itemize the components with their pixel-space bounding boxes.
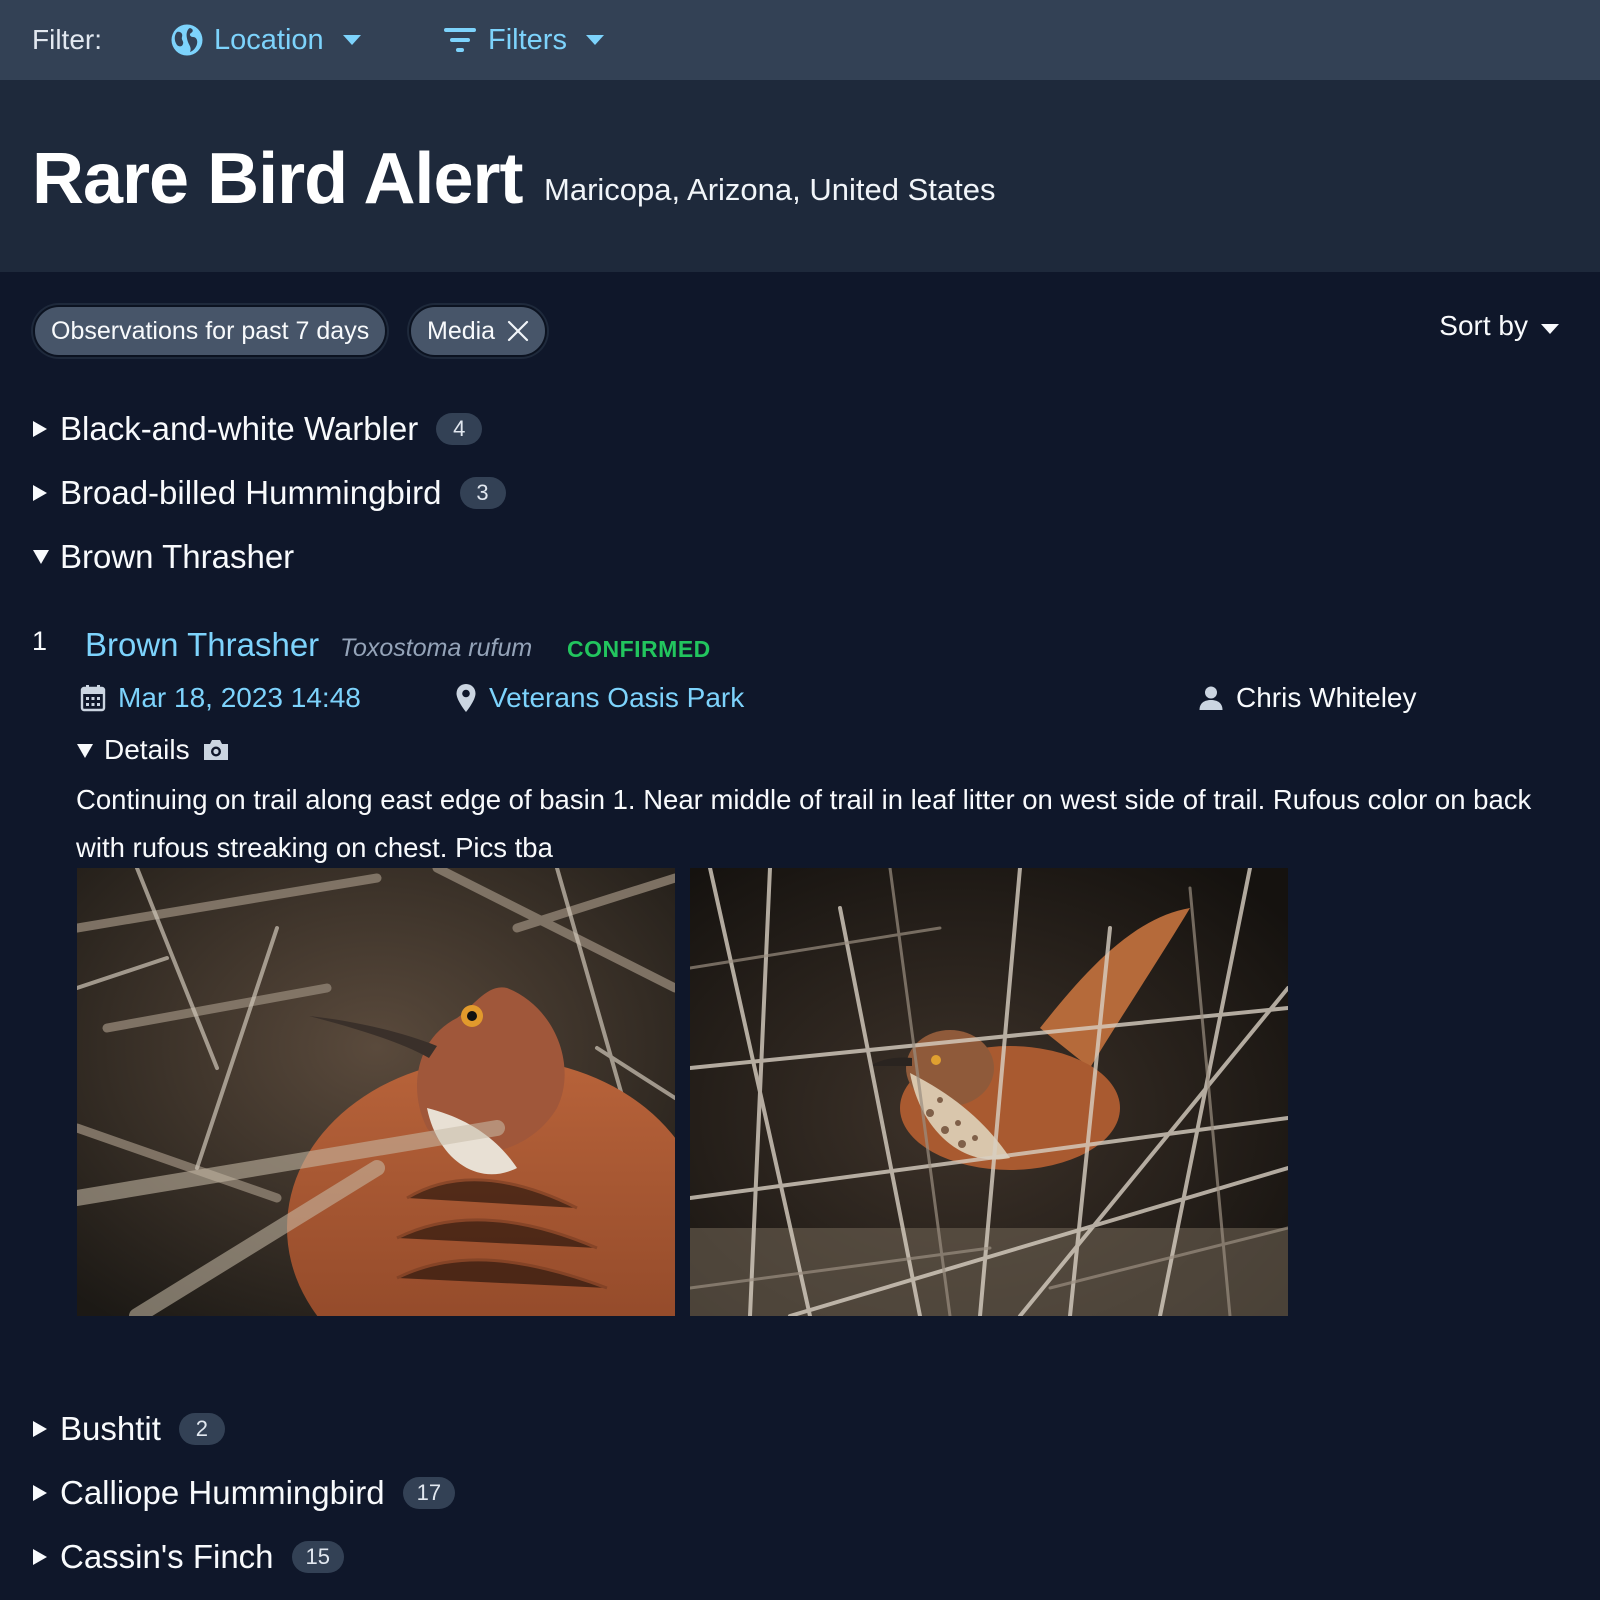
observation-date[interactable]: Mar 18, 2023 14:48 <box>80 678 361 718</box>
triangle-right-icon <box>32 1420 54 1438</box>
triangle-right-icon <box>32 420 54 438</box>
triangle-down-icon <box>32 549 54 565</box>
period-chip-label: Observations for past 7 days <box>51 316 370 345</box>
count-badge: 15 <box>291 1541 345 1573</box>
page-header: Rare Bird Alert Maricopa, Arizona, Unite… <box>0 80 1600 272</box>
caret-down-icon <box>585 34 605 46</box>
observation-index: 1 <box>32 626 48 656</box>
count-badge: 2 <box>178 1413 225 1445</box>
observation-species-link[interactable]: Brown Thrasher <box>85 626 319 664</box>
filters-button[interactable]: Filters <box>443 18 605 62</box>
close-icon[interactable] <box>507 320 529 342</box>
species-name: Black-and-white Warbler <box>60 410 419 447</box>
region-subtitle: Maricopa, Arizona, United States <box>544 172 996 207</box>
triangle-right-icon <box>32 1548 54 1566</box>
species-name: Bushtit <box>60 1410 161 1447</box>
observation-observer[interactable]: Chris Whiteley <box>1198 678 1416 718</box>
species-row[interactable]: Calliope Hummingbird 17 <box>32 1469 456 1517</box>
user-icon <box>1198 685 1224 711</box>
location-link: Veterans Oasis Park <box>489 682 745 713</box>
details-toggle[interactable]: Details <box>76 732 230 768</box>
species-row[interactable]: Broad-billed Hummingbird 3 <box>32 469 506 517</box>
observation-comments: Continuing on trail along east edge of b… <box>76 784 1532 863</box>
scientific-name: Toxostoma rufum <box>340 634 533 662</box>
page-title: Rare Bird Alert <box>32 139 523 219</box>
observer-name: Chris Whiteley <box>1236 682 1417 713</box>
location-filter-label: Location <box>214 23 324 56</box>
media-chip-label: Media <box>427 316 496 345</box>
observation-location[interactable]: Veterans Oasis Park <box>455 678 744 718</box>
details-label: Details <box>104 734 190 765</box>
observation-photo[interactable] <box>690 868 1288 1316</box>
species-row-expanded[interactable]: Brown Thrasher <box>32 533 294 581</box>
globe-icon <box>170 23 204 57</box>
calendar-icon <box>80 684 106 712</box>
count-badge: 4 <box>436 413 483 445</box>
media-chip[interactable]: Media <box>409 305 548 357</box>
triangle-right-icon <box>32 484 54 502</box>
species-row[interactable]: Cassin's Finch 15 <box>32 1533 345 1581</box>
count-badge: 3 <box>459 477 506 509</box>
caret-down-icon <box>1528 310 1560 342</box>
filters-label: Filters <box>488 23 567 56</box>
species-row[interactable]: Bushtit 2 <box>32 1405 225 1453</box>
sort-by-button[interactable]: Sort by <box>1439 306 1560 346</box>
triangle-down-icon <box>76 734 94 766</box>
map-pin-icon <box>455 683 477 713</box>
species-name: Calliope Hummingbird <box>60 1474 385 1511</box>
filter-label: Filter: <box>32 24 102 55</box>
filter-lines-icon <box>443 26 477 54</box>
species-name: Cassin's Finch <box>60 1538 274 1575</box>
species-name: Broad-billed Hummingbird <box>60 474 442 511</box>
period-chip[interactable]: Observations for past 7 days <box>33 305 388 357</box>
location-filter-button[interactable]: Location <box>170 18 362 62</box>
status-badge: CONFIRMED <box>567 636 711 662</box>
sort-by-label: Sort by <box>1439 310 1528 341</box>
species-row[interactable]: Black-and-white Warbler 4 <box>32 405 483 453</box>
observation-datetime: Mar 18, 2023 14:48 <box>118 682 361 713</box>
species-name: Brown Thrasher <box>60 538 295 575</box>
triangle-right-icon <box>32 1484 54 1502</box>
caret-down-icon <box>342 34 362 46</box>
camera-icon <box>202 738 230 762</box>
observation-photo[interactable] <box>77 868 675 1316</box>
filter-bar: Filter: Location Filters <box>0 0 1600 80</box>
count-badge: 17 <box>402 1477 456 1509</box>
